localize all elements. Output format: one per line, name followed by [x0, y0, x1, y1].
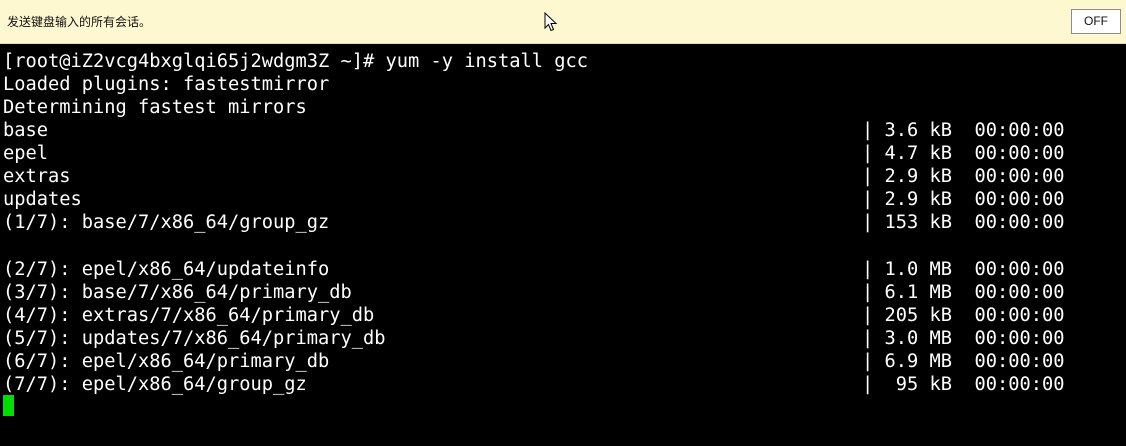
terminal-line-stats: | 1.0 MB 00:00:00	[862, 259, 1065, 280]
terminal-line-stats: | 6.1 MB 00:00:00	[862, 282, 1065, 303]
terminal-line: (6/7): epel/x86_64/primary_db	[3, 351, 330, 372]
terminal-line-stats: | 153 kB 00:00:00	[862, 212, 1065, 233]
prompt-line: [root@iZ2vcg4bxglqi65j2wdgm3Z ~]# yum -y…	[3, 51, 589, 72]
terminal-cursor	[3, 395, 14, 416]
terminal-line-stats: | 2.9 kB 00:00:00	[862, 189, 1065, 210]
terminal-line-stats: | 205 kB 00:00:00	[862, 305, 1065, 326]
terminal-line-stats: | 3.6 kB 00:00:00	[862, 120, 1065, 141]
terminal-output[interactable]: [root@iZ2vcg4bxglqi65j2wdgm3Z ~]# yum -y…	[0, 44, 1126, 446]
terminal-line: (3/7): base/7/x86_64/primary_db	[3, 282, 352, 303]
terminal-line: (4/7): extras/7/x86_64/primary_db	[3, 305, 375, 326]
terminal-line: (1/7): base/7/x86_64/group_gz	[3, 212, 330, 233]
broadcast-off-button[interactable]: OFF	[1071, 9, 1121, 34]
terminal-line: epel	[3, 143, 49, 164]
terminal-line-stats: | 95 kB 00:00:00	[862, 374, 1065, 395]
terminal-line: Determining fastest mirrors	[3, 97, 307, 118]
terminal-line: (7/7): epel/x86_64/group_gz	[3, 374, 307, 395]
terminal-line: Loaded plugins: fastestmirror	[3, 74, 330, 95]
terminal-line-stats: | 2.9 kB 00:00:00	[862, 166, 1065, 187]
terminal-line-stats: | 3.0 MB 00:00:00	[862, 328, 1065, 349]
banner-message: 发送键盘输入的所有会话。	[7, 15, 152, 29]
terminal-line: base	[3, 120, 49, 141]
broadcast-input-banner: 发送键盘输入的所有会话。 OFF	[0, 0, 1126, 44]
terminal-line-stats: | 6.9 MB 00:00:00	[862, 351, 1065, 372]
terminal-line: (5/7): updates/7/x86_64/primary_db	[3, 328, 386, 349]
terminal-line: updates	[3, 189, 82, 210]
terminal-line: (2/7): epel/x86_64/updateinfo	[3, 259, 330, 280]
terminal-line: extras	[3, 166, 71, 187]
mouse-pointer-icon	[544, 12, 558, 32]
terminal-line-stats: | 4.7 kB 00:00:00	[862, 143, 1065, 164]
